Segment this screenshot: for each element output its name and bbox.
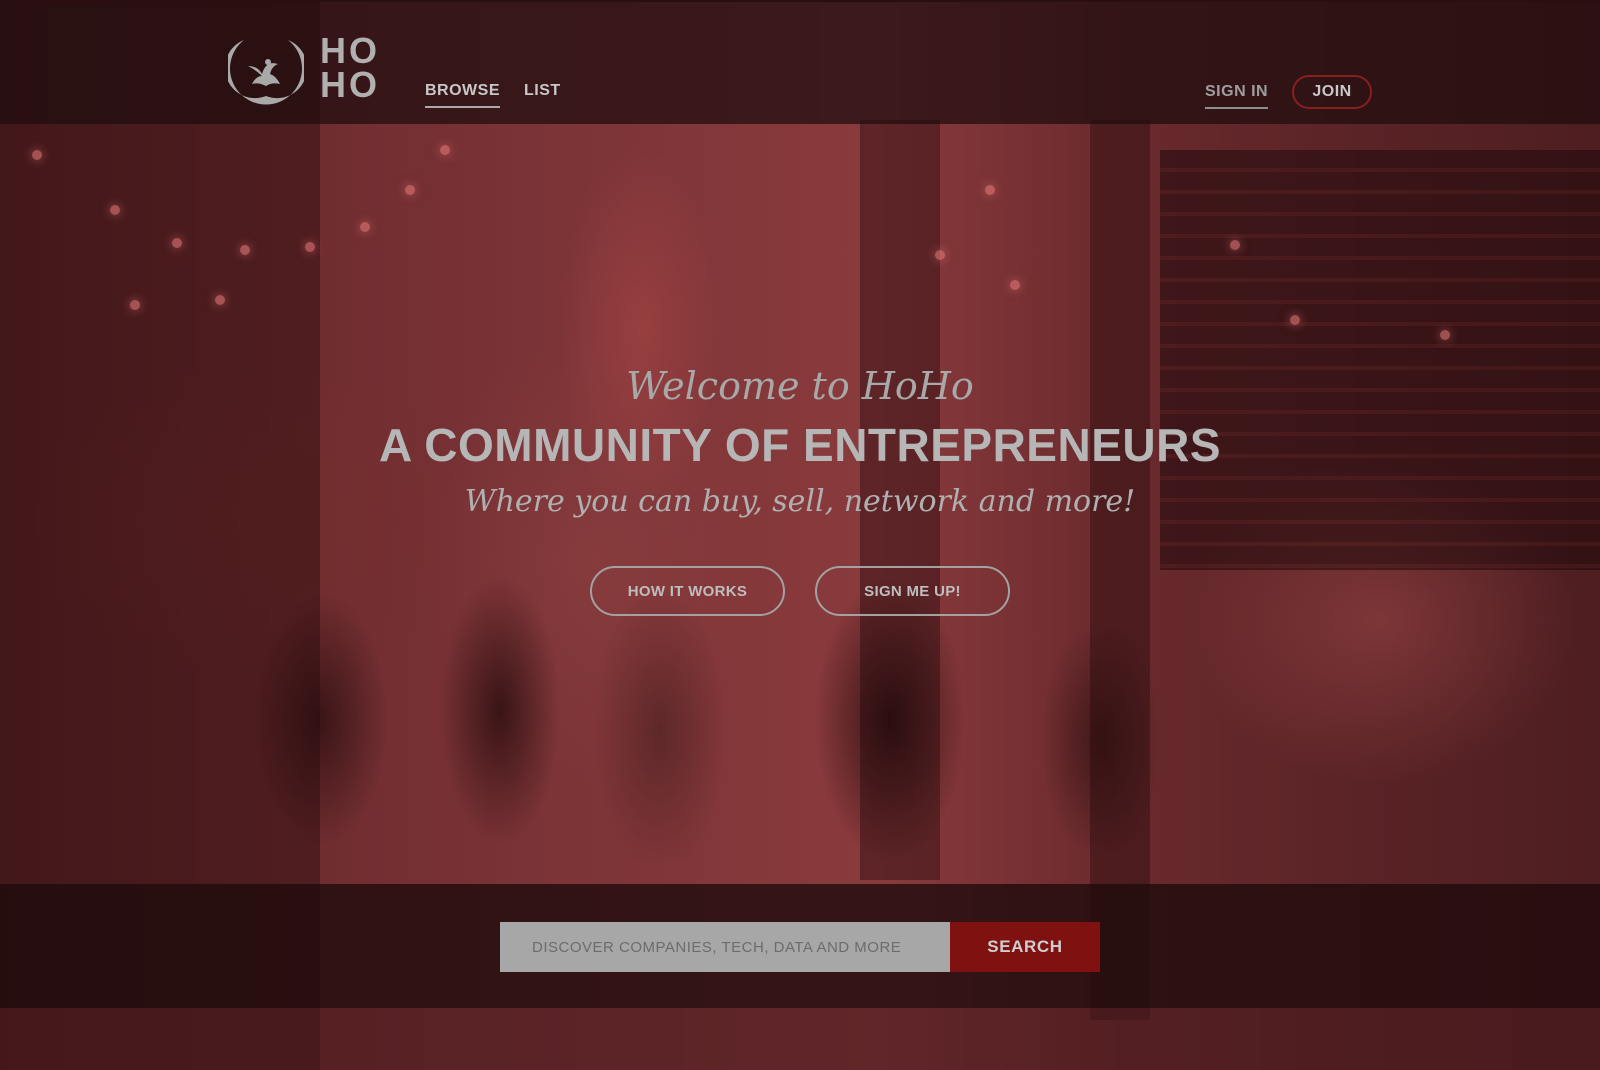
brand-wordmark-line2: HO xyxy=(320,64,380,105)
hero-buttons: HOW IT WORKS SIGN ME UP! xyxy=(590,566,1010,616)
top-navbar: HO HO BROWSE LIST SIGN IN JOIN xyxy=(0,0,1600,124)
how-it-works-button[interactable]: HOW IT WORKS xyxy=(590,566,785,616)
brand-logo[interactable]: HO HO xyxy=(228,30,383,106)
join-button[interactable]: JOIN xyxy=(1292,75,1373,109)
primary-nav: BROWSE LIST xyxy=(425,82,561,108)
brand-wordmark: HO HO xyxy=(320,30,380,105)
footer-background-strip xyxy=(0,1008,1600,1070)
nav-browse-link[interactable]: BROWSE xyxy=(425,82,500,108)
auth-controls: SIGN IN JOIN xyxy=(1205,75,1373,109)
sign-me-up-button[interactable]: SIGN ME UP! xyxy=(815,566,1010,616)
hero-welcome-text: Welcome to HoHo xyxy=(626,364,974,408)
phoenix-icon xyxy=(228,40,304,105)
search-input[interactable] xyxy=(500,922,950,972)
search-button[interactable]: SEARCH xyxy=(950,922,1100,972)
sign-in-link[interactable]: SIGN IN xyxy=(1205,75,1269,109)
search-bar: SEARCH xyxy=(500,922,1100,972)
hero-headline: A COMMUNITY OF ENTREPRENEURS xyxy=(378,419,1222,471)
hero-subline: Where you can buy, sell, network and mor… xyxy=(464,484,1136,519)
search-section: SEARCH xyxy=(0,884,1600,1008)
brand-wordmark-line1: HO xyxy=(320,30,380,71)
hero-section: Welcome to HoHo A COMMUNITY OF ENTREPREN… xyxy=(0,124,1600,884)
nav-list-link[interactable]: LIST xyxy=(524,82,561,108)
